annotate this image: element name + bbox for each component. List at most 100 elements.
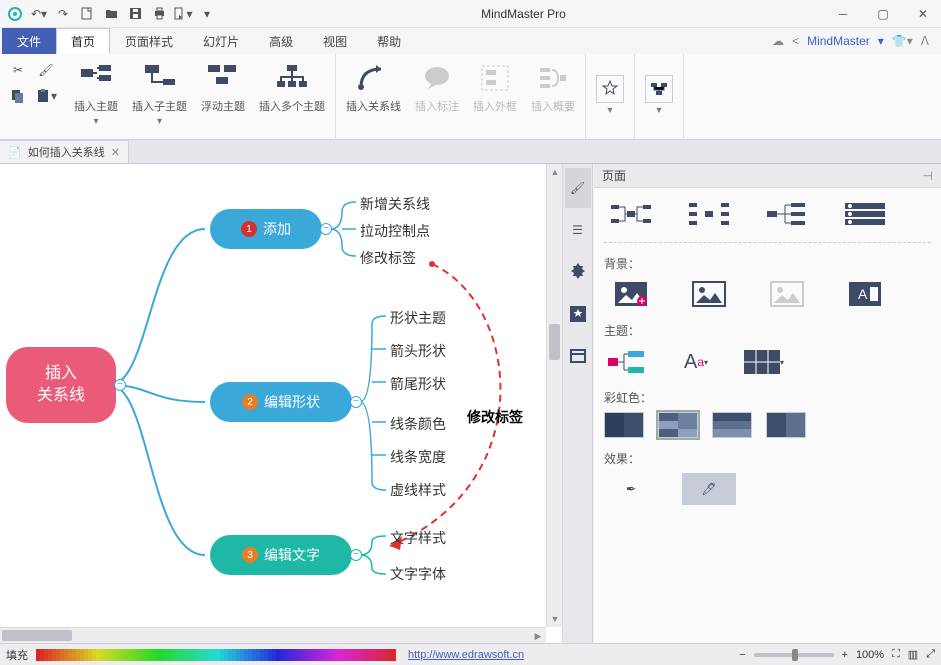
sidetool-calendar-icon[interactable] (565, 336, 591, 376)
zoom-slider[interactable] (754, 653, 834, 657)
leaf[interactable]: 线条宽度 (390, 447, 446, 467)
shirt-icon[interactable]: 👕▾ (892, 34, 913, 48)
sidetool-star-icon[interactable] (565, 252, 591, 292)
scrollbar-vertical[interactable]: ▲ ▼ (546, 164, 562, 627)
node-edit-text[interactable]: 3编辑文字 (210, 535, 352, 575)
leaf[interactable]: 虚线样式 (390, 480, 446, 500)
qa-more-icon[interactable]: ▾ (196, 3, 218, 25)
bg-opt-2[interactable] (682, 278, 736, 310)
color-strip[interactable] (36, 649, 396, 661)
leaf[interactable]: 箭头形状 (390, 341, 446, 361)
copy-icon[interactable] (5, 85, 31, 107)
scroll-right-icon[interactable]: ▶ (530, 628, 546, 643)
ribbon-extra-btn-1[interactable] (592, 73, 628, 105)
insert-topic-button[interactable]: 插入主题▾ (70, 58, 122, 134)
theme-opt-1[interactable] (604, 345, 652, 379)
print-icon[interactable] (148, 3, 170, 25)
leaf[interactable]: 线条颜色 (390, 414, 446, 434)
theme-opt-3[interactable]: ▾ (740, 345, 788, 379)
node-edit-text-handle[interactable]: − (350, 549, 362, 561)
node-add-handle[interactable]: − (320, 223, 332, 235)
panel-pin-icon[interactable]: ⊣ (923, 169, 933, 183)
export-icon[interactable]: ▾ (172, 3, 194, 25)
share-icon[interactable]: < (792, 34, 799, 48)
floating-topic-button[interactable]: 浮动主题 (197, 58, 249, 134)
rainbow-3[interactable] (712, 412, 752, 438)
node-edit-shape-handle[interactable]: − (350, 396, 362, 408)
effect-brush-icon[interactable]: 🖊 (682, 473, 736, 505)
rainbow-1[interactable] (604, 412, 644, 438)
tab-home[interactable]: 首页 (56, 28, 110, 54)
cloud-icon[interactable]: ☁ (772, 34, 784, 48)
theme-opt-2[interactable]: Aa ▾ (672, 345, 720, 379)
collapse-ribbon-icon[interactable]: ᐱ (921, 34, 929, 48)
sidetool-list-icon[interactable]: ☰ (565, 210, 591, 250)
paste-icon[interactable]: ▾ (33, 85, 59, 107)
zoom-out-icon[interactable]: − (739, 649, 745, 661)
node-add[interactable]: 1添加 (210, 209, 322, 249)
open-icon[interactable] (100, 3, 122, 25)
theme-label: 主题： (604, 322, 931, 339)
tab-help[interactable]: 帮助 (362, 28, 416, 54)
insert-multi-button[interactable]: 插入多个主题 (255, 58, 329, 134)
tab-advanced[interactable]: 高级 (254, 28, 308, 54)
sidetool-brush-icon[interactable]: 🖌 (565, 168, 591, 208)
bg-opt-4[interactable]: A (838, 278, 892, 310)
leaf[interactable]: 箭尾形状 (390, 374, 446, 394)
fit-page-icon[interactable]: ⛶ (892, 648, 900, 661)
scrollbar-horizontal[interactable]: ◀ ▶ (0, 627, 546, 643)
node-root[interactable]: 插入关系线 (6, 347, 116, 423)
minimize-button[interactable]: ─ (829, 4, 857, 24)
insert-summary-button: 插入概要 (527, 58, 579, 134)
undo-icon[interactable]: ↶▾ (28, 3, 50, 25)
tab-view[interactable]: 视图 (308, 28, 362, 54)
status-link[interactable]: http://www.edrawsoft.cn (408, 649, 524, 661)
scroll-up-icon[interactable]: ▲ (547, 164, 563, 180)
tab-page-style[interactable]: 页面样式 (110, 28, 188, 54)
insert-relation-button[interactable]: 插入关系线 (342, 58, 405, 134)
cut-icon[interactable]: ✂ (5, 59, 31, 81)
leaf[interactable]: 文字样式 (390, 528, 446, 548)
fit-width-icon[interactable]: ▥ (908, 648, 918, 661)
new-icon[interactable] (76, 3, 98, 25)
zoom-value: 100% (856, 649, 884, 661)
layout-opt-2[interactable] (682, 198, 736, 230)
save-icon[interactable] (124, 3, 146, 25)
redo-icon[interactable]: ↷ (52, 3, 74, 25)
scroll-thumb-v[interactable] (549, 324, 560, 360)
scroll-down-icon[interactable]: ▼ (547, 611, 563, 627)
logo-icon[interactable] (4, 3, 26, 25)
leaf[interactable]: 拉动控制点 (360, 221, 430, 241)
rainbow-2[interactable] (658, 412, 698, 438)
tab-slideshow[interactable]: 幻灯片 (188, 28, 254, 54)
leaf[interactable]: 文字字体 (390, 564, 446, 584)
panel-header: 页面 ⊣ (594, 164, 941, 188)
doc-tab-close-icon[interactable]: ✕ (111, 146, 120, 159)
maximize-button[interactable]: ▢ (869, 4, 897, 24)
leaf[interactable]: 新增关系线 (360, 194, 430, 214)
ribbon-extra-btn-2[interactable] (641, 73, 677, 105)
relation-annotation[interactable]: 修改标签 (467, 407, 523, 427)
document-tab[interactable]: 📄 如何插入关系线 ✕ (0, 140, 129, 163)
leaf[interactable]: 修改标签 (360, 248, 416, 268)
format-painter-icon[interactable]: 🖌 (33, 59, 59, 81)
insert-subtopic-button[interactable]: 插入子主题▾ (128, 58, 191, 134)
layout-opt-1[interactable] (604, 198, 658, 230)
node-edit-shape[interactable]: 2编辑形状 (210, 382, 352, 422)
bg-opt-1[interactable] (604, 278, 658, 310)
brand-label[interactable]: MindMaster (807, 34, 870, 48)
scroll-thumb-h[interactable] (2, 630, 72, 641)
leaf[interactable]: 形状主题 (390, 308, 446, 328)
effect-pen-icon[interactable]: ✒ (604, 473, 658, 505)
layout-opt-3[interactable] (760, 198, 814, 230)
tab-file[interactable]: 文件 (2, 28, 56, 54)
layout-opt-4[interactable] (838, 198, 892, 230)
bg-opt-3[interactable] (760, 278, 814, 310)
rainbow-4[interactable] (766, 412, 806, 438)
zoom-in-icon[interactable]: + (842, 649, 848, 661)
sidetool-fav-icon[interactable] (565, 294, 591, 334)
node-root-handle[interactable]: − (114, 379, 126, 391)
insert-extras-group: 插入关系线 插入标注 插入外框 插入概要 (336, 54, 586, 139)
close-button[interactable]: ✕ (909, 4, 937, 24)
fullscreen-icon[interactable]: ⤢ (926, 648, 935, 661)
